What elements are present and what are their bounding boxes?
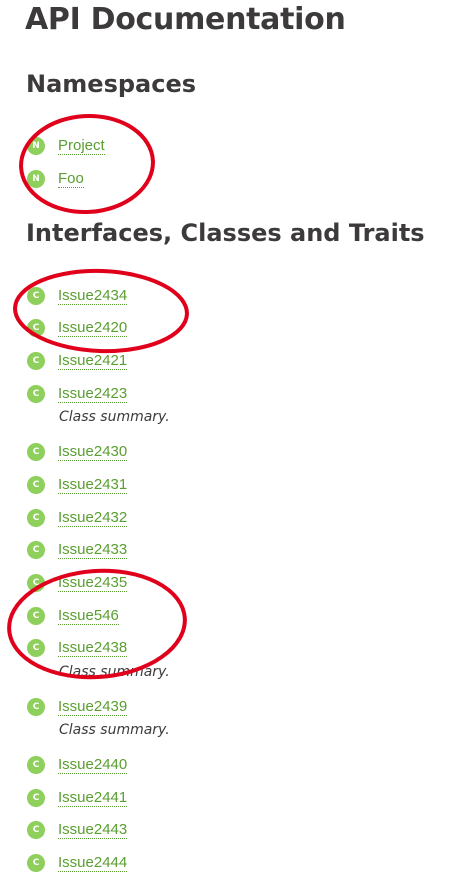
class-icon: C: [27, 287, 45, 305]
class-item: C Issue2434: [27, 286, 128, 306]
namespaces-heading: Namespaces: [26, 70, 197, 98]
class-icon: C: [27, 319, 45, 337]
class-summary: Class summary.: [59, 409, 170, 425]
class-item: C Issue2439: [27, 697, 128, 717]
class-item: C Issue2421: [27, 351, 128, 371]
class-icon: C: [27, 821, 45, 839]
annotation-ellipse-top-classes: [13, 268, 189, 354]
class-item: C Issue2435: [27, 573, 128, 593]
class-item: C Issue2444: [27, 853, 128, 873]
namespace-link[interactable]: Project: [58, 137, 105, 155]
class-icon: C: [27, 509, 45, 527]
class-link[interactable]: Issue2420: [58, 319, 128, 337]
class-icon: C: [27, 639, 45, 657]
class-link[interactable]: Issue2440: [58, 756, 128, 774]
class-link[interactable]: Issue2421: [58, 352, 128, 370]
class-link[interactable]: Issue2433: [58, 541, 128, 559]
class-item: C Issue2432: [27, 508, 128, 528]
class-icon: C: [27, 574, 45, 592]
annotation-ellipse-namespaces: [19, 113, 155, 215]
class-icon: C: [27, 607, 45, 625]
class-link[interactable]: Issue2434: [58, 287, 128, 305]
class-item: C Issue2441: [27, 788, 128, 808]
class-summary: Class summary.: [59, 722, 170, 738]
class-link[interactable]: Issue2423: [58, 385, 128, 403]
class-item: C Issue546: [27, 606, 119, 626]
class-icon: C: [27, 756, 45, 774]
namespace-item-project: N Project: [27, 136, 105, 156]
namespace-icon: N: [27, 170, 45, 188]
class-icon: C: [27, 789, 45, 807]
class-icon: C: [27, 541, 45, 559]
class-item: C Issue2420: [27, 318, 128, 338]
class-item: C Issue2430: [27, 442, 128, 462]
namespace-icon: N: [27, 137, 45, 155]
class-item: C Issue2438: [27, 638, 128, 658]
class-icon: C: [27, 698, 45, 716]
class-item: C Issue2423: [27, 384, 128, 404]
classes-heading: Interfaces, Classes and Traits: [26, 219, 425, 247]
class-link[interactable]: Issue2432: [58, 509, 128, 527]
class-item: C Issue2431: [27, 475, 128, 495]
page-title: API Documentation: [25, 2, 346, 37]
namespace-link[interactable]: Foo: [58, 170, 84, 188]
class-link[interactable]: Issue2435: [58, 574, 128, 592]
class-item: C Issue2433: [27, 540, 128, 560]
class-item: C Issue2443: [27, 820, 128, 840]
class-icon: C: [27, 476, 45, 494]
namespace-item-foo: N Foo: [27, 169, 84, 189]
class-icon: C: [27, 385, 45, 403]
class-link[interactable]: Issue2443: [58, 821, 128, 839]
class-item: C Issue2440: [27, 755, 128, 775]
class-icon: C: [27, 352, 45, 370]
class-link[interactable]: Issue2444: [58, 854, 128, 872]
class-link[interactable]: Issue2441: [58, 789, 128, 807]
class-link[interactable]: Issue2438: [58, 639, 128, 657]
class-link[interactable]: Issue2439: [58, 698, 128, 716]
class-link[interactable]: Issue2430: [58, 443, 128, 461]
class-link[interactable]: Issue2431: [58, 476, 128, 494]
class-icon: C: [27, 443, 45, 461]
class-icon: C: [27, 854, 45, 872]
class-summary: Class summary.: [59, 664, 170, 680]
class-link[interactable]: Issue546: [58, 607, 119, 625]
